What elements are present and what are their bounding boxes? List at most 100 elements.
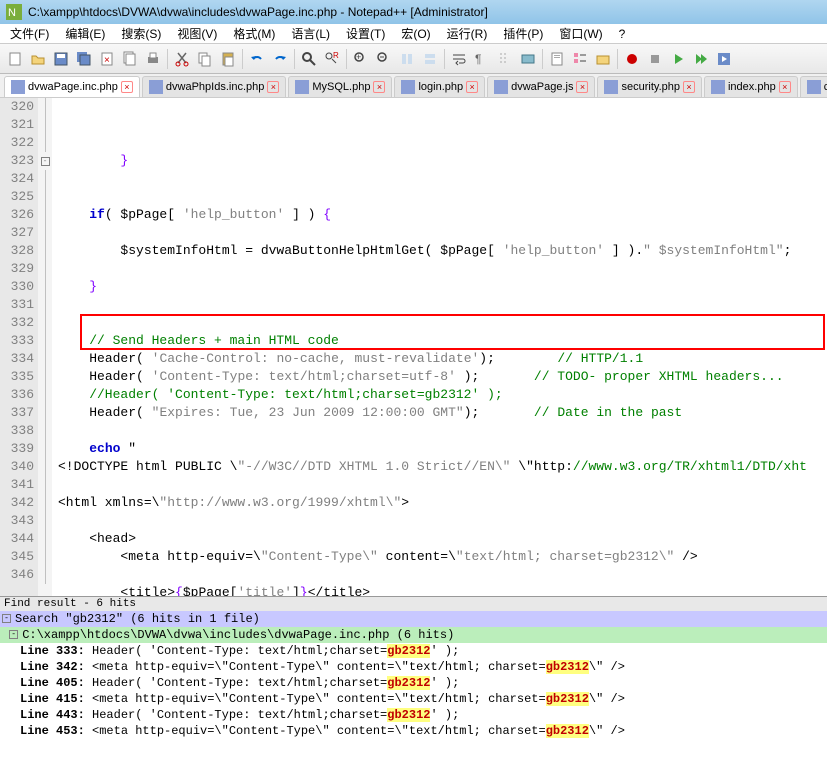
close-icon[interactable]: × — [267, 81, 279, 93]
new-file-button[interactable] — [4, 48, 26, 70]
find-result-panel[interactable]: -Search "gb2312" (6 hits in 1 file) -C:\… — [0, 611, 827, 757]
paste-button[interactable] — [217, 48, 239, 70]
tab-security[interactable]: security.php× — [597, 76, 702, 97]
zoom-out-button[interactable] — [373, 48, 395, 70]
toolbar-separator — [617, 49, 618, 69]
collapse-icon[interactable]: - — [9, 630, 18, 639]
toolbar-separator — [444, 49, 445, 69]
close-icon[interactable]: × — [373, 81, 385, 93]
find-result-header: Find result - 6 hits — [0, 596, 827, 611]
svg-text:N: N — [8, 7, 16, 19]
toolbar-separator — [167, 49, 168, 69]
app-icon: N — [6, 4, 22, 20]
tab-label: MySQL.php — [312, 81, 370, 93]
sync-h-button[interactable] — [419, 48, 441, 70]
function-list-button[interactable] — [569, 48, 591, 70]
close-icon[interactable]: × — [683, 81, 695, 93]
folder-view-button[interactable] — [592, 48, 614, 70]
menu-macro[interactable]: 宏(O) — [395, 23, 436, 44]
menu-search[interactable]: 搜索(S) — [115, 23, 167, 44]
replace-button[interactable]: R — [321, 48, 343, 70]
find-hit-line[interactable]: Line 415: <meta http-equiv=\"Content-Typ… — [0, 691, 827, 707]
indent-guide-button[interactable] — [494, 48, 516, 70]
toolbar-separator — [542, 49, 543, 69]
copy-button[interactable] — [194, 48, 216, 70]
tab-label: dvwaPhpIds.inc.php — [166, 81, 264, 93]
line-number-gutter: 3203213223233243253263273283293303313323… — [0, 98, 38, 596]
tab-con[interactable]: con — [800, 76, 827, 97]
fold-column: - — [38, 98, 52, 596]
toolbar-separator — [294, 49, 295, 69]
open-file-button[interactable] — [27, 48, 49, 70]
php-file-icon — [401, 80, 415, 94]
code-editor[interactable]: 3203213223233243253263273283293303313323… — [0, 98, 827, 596]
toolbar-separator — [242, 49, 243, 69]
undo-button[interactable] — [246, 48, 268, 70]
php-file-icon — [11, 80, 25, 94]
cut-button[interactable] — [171, 48, 193, 70]
tab-dvwaphpids[interactable]: dvwaPhpIds.inc.php× — [142, 76, 286, 97]
close-icon[interactable]: × — [576, 81, 588, 93]
menu-format[interactable]: 格式(M) — [227, 23, 281, 44]
svg-text:R: R — [333, 51, 339, 60]
close-icon[interactable]: × — [121, 81, 133, 93]
toolbar: × R + ¶ — [0, 44, 827, 74]
find-hit-line[interactable]: Line 333: Header( 'Content-Type: text/ht… — [0, 643, 827, 659]
tab-mysql[interactable]: MySQL.php× — [288, 76, 392, 97]
find-hit-line[interactable]: Line 453: <meta http-equiv=\"Content-Typ… — [0, 723, 827, 739]
tab-label: security.php — [621, 81, 680, 93]
print-button[interactable] — [142, 48, 164, 70]
collapse-icon[interactable]: - — [2, 614, 11, 623]
menu-settings[interactable]: 设置(T) — [340, 23, 391, 44]
tab-label: index.php — [728, 81, 776, 93]
menu-run[interactable]: 运行(R) — [441, 23, 494, 44]
php-file-icon — [604, 80, 618, 94]
find-hit-line[interactable]: Line 443: Header( 'Content-Type: text/ht… — [0, 707, 827, 723]
menu-edit[interactable]: 编辑(E) — [59, 23, 111, 44]
find-file-summary[interactable]: -C:\xampp\htdocs\DVWA\dvwa\includes\dvwa… — [0, 627, 827, 643]
file-icon — [807, 80, 821, 94]
sync-v-button[interactable] — [396, 48, 418, 70]
redo-button[interactable] — [269, 48, 291, 70]
word-wrap-button[interactable] — [448, 48, 470, 70]
find-hit-line[interactable]: Line 405: Header( 'Content-Type: text/ht… — [0, 675, 827, 691]
php-file-icon — [295, 80, 309, 94]
close-all-button[interactable] — [119, 48, 141, 70]
save-macro-button[interactable] — [713, 48, 735, 70]
stop-button[interactable] — [644, 48, 666, 70]
play-multi-button[interactable] — [690, 48, 712, 70]
php-file-icon — [711, 80, 725, 94]
menu-help[interactable]: ? — [613, 25, 632, 43]
toolbar-separator — [346, 49, 347, 69]
find-button[interactable] — [298, 48, 320, 70]
save-button[interactable] — [50, 48, 72, 70]
close-icon[interactable]: × — [779, 81, 791, 93]
menu-language[interactable]: 语言(L) — [285, 23, 336, 44]
play-button[interactable] — [667, 48, 689, 70]
find-hit-line[interactable]: Line 342: <meta http-equiv=\"Content-Typ… — [0, 659, 827, 675]
show-all-chars-button[interactable]: ¶ — [471, 48, 493, 70]
tab-dvwapage[interactable]: dvwaPage.inc.php× — [4, 76, 140, 97]
tab-label: login.php — [418, 81, 463, 93]
code-content[interactable]: } if( $pPage[ 'help_button' ] ) { $syste… — [52, 98, 827, 596]
menu-view[interactable]: 视图(V) — [171, 23, 223, 44]
menu-file[interactable]: 文件(F) — [4, 23, 55, 44]
zoom-in-button[interactable]: + — [350, 48, 372, 70]
save-all-button[interactable] — [73, 48, 95, 70]
find-search-summary[interactable]: -Search "gb2312" (6 hits in 1 file) — [0, 611, 827, 627]
user-lang-button[interactable] — [517, 48, 539, 70]
record-button[interactable] — [621, 48, 643, 70]
close-button[interactable]: × — [96, 48, 118, 70]
tab-label: dvwaPage.js — [511, 81, 573, 93]
svg-text:¶: ¶ — [475, 52, 481, 66]
tab-index[interactable]: index.php× — [704, 76, 798, 97]
menu-window[interactable]: 窗口(W) — [553, 23, 608, 44]
svg-text:+: + — [356, 52, 361, 62]
menu-plugins[interactable]: 插件(P) — [497, 23, 549, 44]
js-file-icon — [494, 80, 508, 94]
close-icon[interactable]: × — [466, 81, 478, 93]
tab-login[interactable]: login.php× — [394, 76, 485, 97]
menubar: 文件(F) 编辑(E) 搜索(S) 视图(V) 格式(M) 语言(L) 设置(T… — [0, 24, 827, 44]
doc-map-button[interactable] — [546, 48, 568, 70]
tab-dvwapagejs[interactable]: dvwaPage.js× — [487, 76, 595, 97]
